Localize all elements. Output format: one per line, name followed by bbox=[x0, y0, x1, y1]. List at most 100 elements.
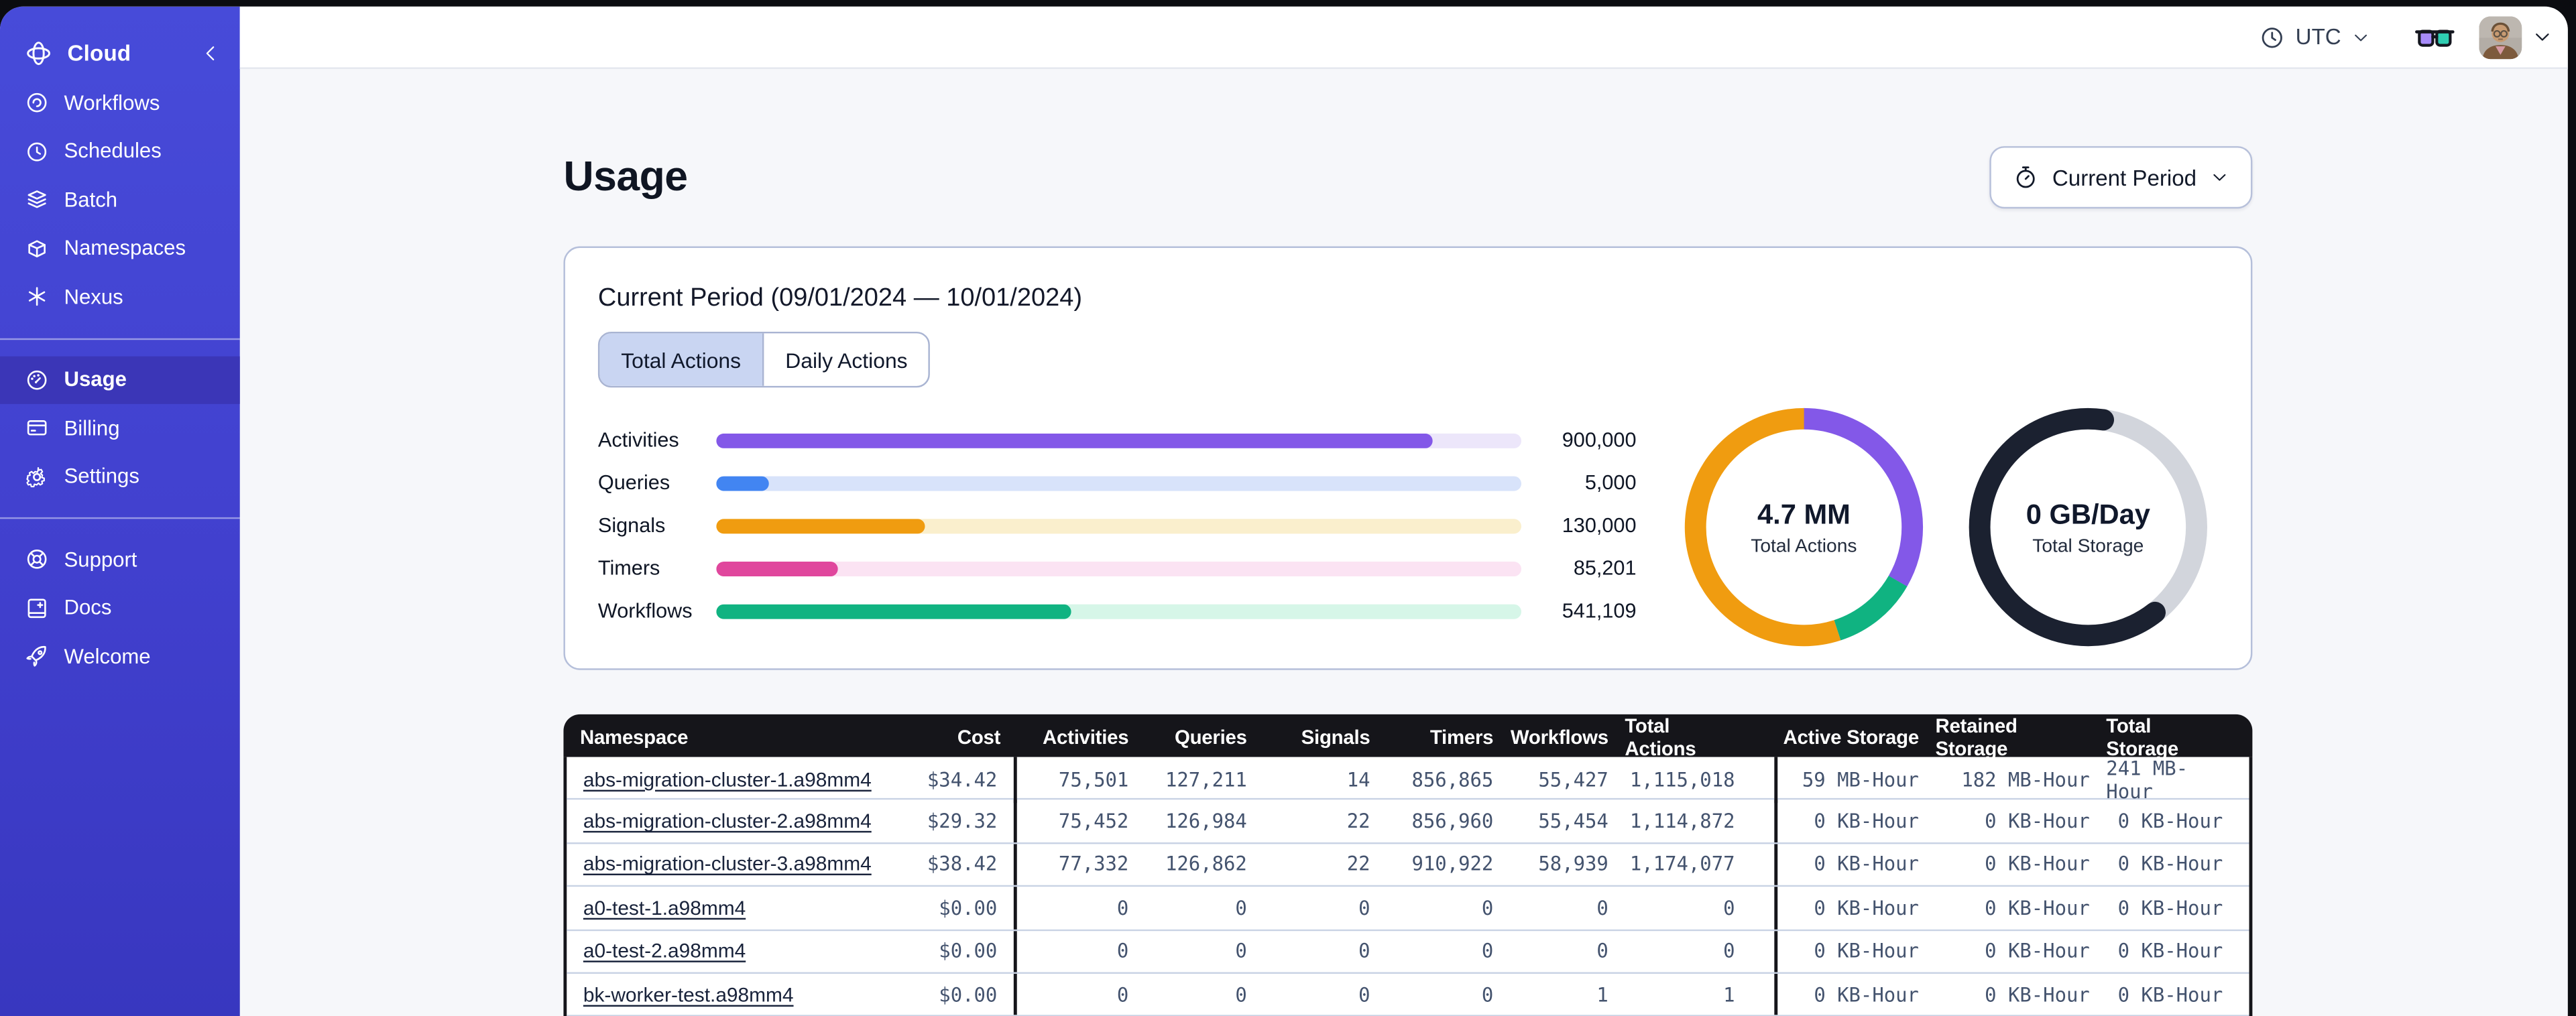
welcome-icon bbox=[25, 644, 50, 669]
sidebar-item-label: Docs bbox=[64, 596, 112, 620]
cell-active_storage: 59 MB-Hour bbox=[1802, 768, 1919, 792]
cell-timers: 856,960 bbox=[1411, 810, 1494, 833]
cell-cost: $0.00 bbox=[895, 973, 1017, 1016]
stopwatch-icon bbox=[2013, 164, 2039, 190]
cell-signals: 22 bbox=[1346, 810, 1370, 833]
current-period-card: Current Period (09/01/2024 — 10/01/2024)… bbox=[563, 246, 2253, 670]
bar-value: 541,109 bbox=[1562, 599, 1637, 623]
tab-daily-actions[interactable]: Daily Actions bbox=[762, 333, 929, 386]
sidebar-item-schedules[interactable]: Schedules bbox=[0, 127, 240, 176]
account-menu-chevron-icon[interactable] bbox=[2532, 26, 2553, 48]
sidebar-item-batch[interactable]: Batch bbox=[0, 176, 240, 224]
batch-icon bbox=[25, 188, 50, 212]
timezone-selector[interactable]: UTC bbox=[2260, 24, 2371, 50]
period-selector-button[interactable]: Current Period bbox=[1989, 146, 2253, 209]
cell-total_storage: 241 MB-Hour bbox=[2106, 757, 2188, 804]
usage-charts: Activities 900,000 Queries 5,000 Signals 130,… bbox=[598, 404, 2211, 651]
bar-label: Queries bbox=[597, 471, 670, 495]
namespace-link[interactable]: bk-worker-test.a98mm4 bbox=[583, 983, 794, 1006]
sidebar-item-usage[interactable]: Usage bbox=[0, 355, 240, 404]
bar-track bbox=[716, 603, 1521, 619]
table-row: abs-migration-cluster-2.a98mm4 $29.32 75,4… bbox=[567, 800, 2249, 844]
glasses-icon[interactable] bbox=[2415, 25, 2455, 48]
sidebar-item-support[interactable]: Support bbox=[0, 535, 240, 584]
sidebar-divider bbox=[0, 337, 240, 339]
docs-icon bbox=[25, 596, 50, 621]
bar-fill bbox=[716, 432, 1433, 448]
cell-signals: 14 bbox=[1346, 768, 1370, 792]
namespaces-icon bbox=[25, 236, 50, 261]
column-header-total_actions: Total Actions bbox=[1625, 714, 1696, 761]
card-title: Current Period (09/01/2024 — 10/01/2024) bbox=[597, 283, 1083, 312]
namespace-link[interactable]: abs-migration-cluster-1.a98mm4 bbox=[583, 769, 872, 791]
cell-total_actions: 1,174,077 bbox=[1625, 843, 1778, 886]
tab-total-actions[interactable]: Total Actions bbox=[599, 333, 762, 386]
table-header: Namespace Cost Activities Queries Signals Tim… bbox=[563, 714, 2253, 760]
cell-queries: 126,862 bbox=[1165, 852, 1247, 877]
namespace-link[interactable]: abs-migration-cluster-3.a98mm4 bbox=[583, 853, 872, 876]
column-header-retained_storage: Retained Storage bbox=[1935, 714, 2017, 761]
settings-icon bbox=[25, 464, 50, 489]
workflows-icon bbox=[25, 90, 50, 115]
total-storage-label: Total Storage bbox=[2032, 536, 2144, 556]
column-header-total_storage: Total Storage bbox=[2106, 714, 2179, 761]
cell-active_storage: 0 KB-Hour bbox=[1814, 896, 1919, 919]
cell-timers: 0 bbox=[1481, 940, 1494, 963]
bar-row-signals: Signals 130,000 bbox=[598, 504, 1637, 547]
screen: Cloud Workflows Schedules Batch Namespaces N… bbox=[0, 0, 2576, 1016]
sidebar-collapse-button[interactable] bbox=[200, 42, 222, 63]
donut-charts: 4.7 MM Total Actions 0 GB/Day Total Stor… bbox=[1681, 404, 2211, 651]
cell-retained_storage: 0 KB-Hour bbox=[1985, 982, 2090, 1007]
cell-queries: 0 bbox=[1235, 940, 1247, 963]
cell-cost: $38.42 bbox=[895, 843, 1017, 886]
cell-workflows: 55,454 bbox=[1538, 810, 1608, 833]
sidebar-item-namespaces[interactable]: Namespaces bbox=[0, 224, 240, 272]
cell-timers: 910,922 bbox=[1411, 852, 1494, 877]
timezone-label: UTC bbox=[2295, 24, 2341, 50]
avatar[interactable] bbox=[2479, 15, 2522, 58]
cell-cost: $0.00 bbox=[895, 930, 1017, 972]
column-header-workflows: Workflows bbox=[1510, 726, 1608, 749]
cell-total_storage: 0 KB-Hour bbox=[2117, 982, 2223, 1007]
cell-retained_storage: 0 KB-Hour bbox=[1985, 810, 2090, 833]
schedules-icon bbox=[25, 139, 50, 164]
cell-cost: $0.00 bbox=[895, 887, 1017, 929]
cell-queries: 0 bbox=[1235, 896, 1247, 919]
cell-activities: 75,452 bbox=[1058, 810, 1129, 833]
cell-active_storage: 0 KB-Hour bbox=[1814, 852, 1919, 877]
sidebar-item-welcome[interactable]: Welcome bbox=[0, 632, 240, 680]
sidebar-item-nexus[interactable]: Nexus bbox=[0, 273, 240, 321]
sidebar-item-billing[interactable]: Billing bbox=[0, 404, 240, 452]
table-row: abs-migration-cluster-1.a98mm4 $34.42 75,5… bbox=[567, 757, 2249, 804]
bar-value: 5,000 bbox=[1584, 471, 1637, 495]
cell-activities: 0 bbox=[1116, 896, 1129, 919]
bar-value: 85,201 bbox=[1573, 556, 1637, 580]
nexus-icon bbox=[25, 285, 50, 310]
bar-fill bbox=[716, 475, 770, 491]
cell-retained_storage: 0 KB-Hour bbox=[1985, 896, 2090, 919]
sidebar-item-label: Batch bbox=[64, 188, 118, 212]
actions-tab-group: Total Actions Daily Actions bbox=[597, 331, 931, 388]
sidebar-item-label: Usage bbox=[64, 368, 127, 391]
sidebar-item-workflows[interactable]: Workflows bbox=[0, 79, 240, 127]
cell-total_storage: 0 KB-Hour bbox=[2117, 810, 2223, 833]
main-area: UTC Usage Current Period Current Period … bbox=[239, 6, 2568, 1016]
cell-workflows: 0 bbox=[1596, 940, 1608, 963]
table-row: abs-migration-cluster-3.a98mm4 $38.42 77,3… bbox=[567, 843, 2249, 887]
namespace-link[interactable]: a0-test-2.a98mm4 bbox=[583, 940, 746, 962]
page-title: Usage bbox=[563, 153, 688, 200]
namespace-link[interactable]: a0-test-1.a98mm4 bbox=[583, 897, 746, 919]
sidebar-item-docs[interactable]: Docs bbox=[0, 584, 240, 632]
cell-workflows: 1 bbox=[1596, 982, 1608, 1007]
cell-retained_storage: 0 KB-Hour bbox=[1985, 852, 2090, 877]
cell-signals: 0 bbox=[1358, 896, 1370, 919]
namespace-link[interactable]: abs-migration-cluster-2.a98mm4 bbox=[583, 810, 872, 832]
clock-icon bbox=[2260, 24, 2286, 50]
cell-timers: 856,865 bbox=[1411, 768, 1494, 792]
cell-active_storage: 0 KB-Hour bbox=[1814, 940, 1919, 963]
cell-namespace: a0-test-2.a98mm4 bbox=[567, 930, 895, 972]
sidebar-item-settings[interactable]: Settings bbox=[0, 452, 240, 501]
column-header-timers: Timers bbox=[1429, 726, 1494, 749]
sidebar-item-label: Settings bbox=[64, 465, 139, 489]
table-row: a0-test-2.a98mm4 $0.00 0 0 0 0 0 0 0 KB-Hour 0 KB… bbox=[567, 930, 2249, 974]
